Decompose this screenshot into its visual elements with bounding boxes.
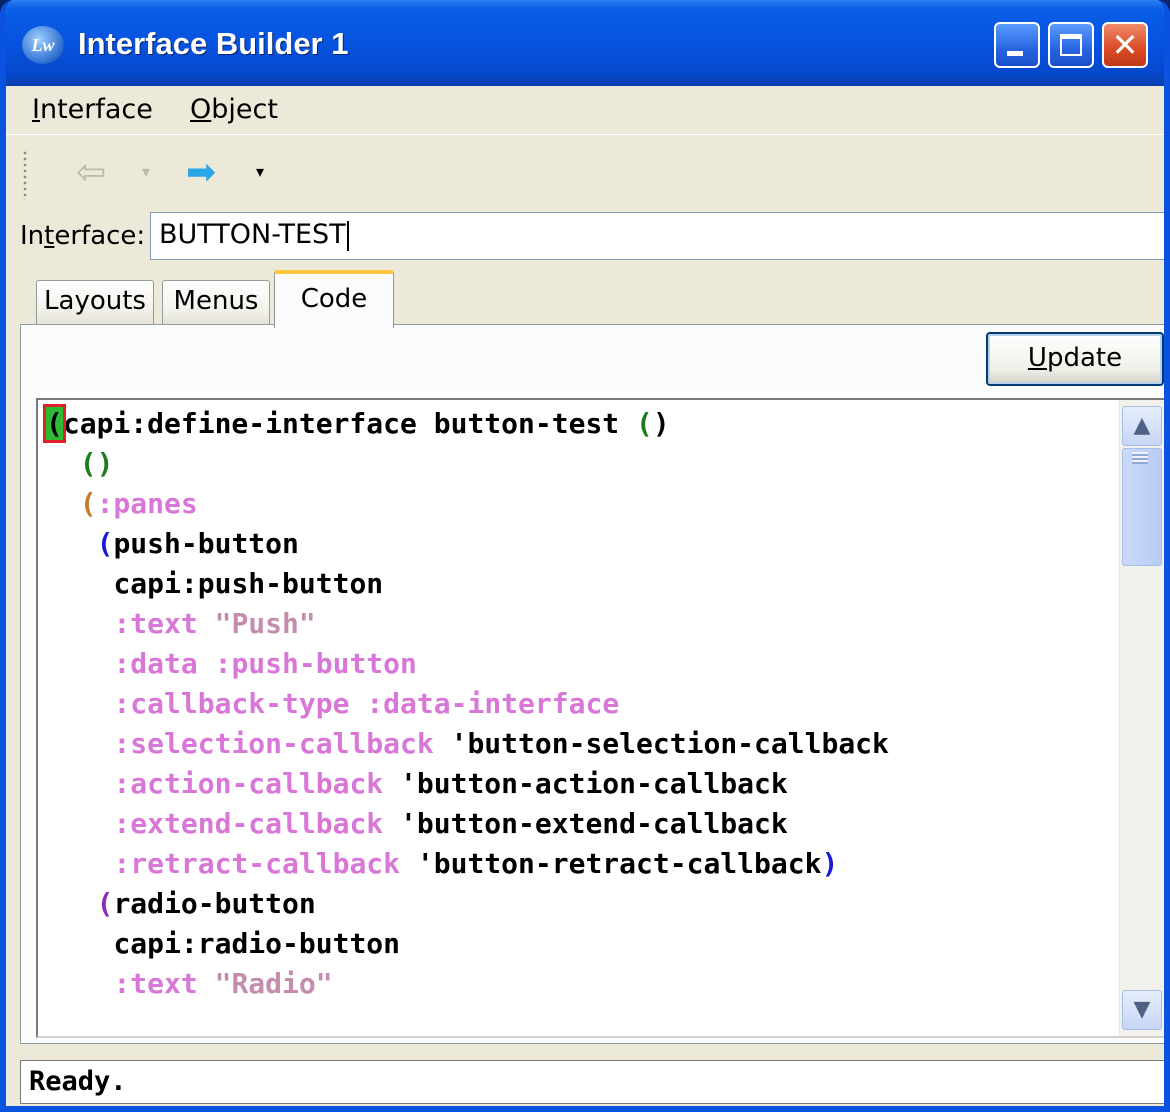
code-lines: (capi:define-interface button-test () ()… [43, 404, 1126, 1004]
close-button[interactable]: ✕ [1102, 22, 1148, 68]
forward-arrow-icon[interactable]: ➡ [186, 155, 216, 191]
menu-interface[interactable]: Interface [32, 92, 153, 128]
code-line: () [79, 447, 114, 480]
interface-label-part2: erface: [54, 221, 146, 251]
update-label: pdate [1046, 343, 1123, 373]
menu-object-label: bject [211, 94, 278, 125]
tab-layouts[interactable]: Layouts [36, 280, 154, 324]
interface-field-label: Interface: [20, 218, 145, 254]
code-line: :action-callback 'button-action-callback [113, 767, 788, 800]
code-line: :retract-callback 'button-retract-callba… [113, 847, 839, 880]
back-dropdown-icon[interactable]: ▾ [142, 162, 150, 182]
interface-label-part1: In [20, 221, 45, 251]
title-bar[interactable]: Lw Interface Builder 1 ✕ [6, 0, 1164, 86]
code-line: :extend-callback 'button-extend-callback [113, 807, 788, 840]
toolbar: ⇦ ▾ ➡ ▾ [6, 138, 1164, 208]
code-line: (push-button [96, 527, 299, 560]
status-bar: Ready. [20, 1060, 1164, 1104]
update-mnemonic: U [1027, 343, 1047, 373]
code-editor[interactable]: (capi:define-interface button-test () ()… [36, 398, 1164, 1038]
forward-dropdown-icon[interactable]: ▾ [256, 162, 264, 182]
back-arrow-icon[interactable]: ⇦ [76, 155, 106, 191]
code-line: capi:push-button [113, 567, 384, 600]
code-line: capi:radio-button [113, 927, 401, 960]
scroll-up-icon[interactable]: ▲ [1122, 406, 1162, 446]
menu-interface-mnemonic: I [32, 94, 40, 125]
maximize-button[interactable] [1048, 22, 1094, 68]
minimize-icon [1007, 51, 1023, 56]
code-line: :callback-type :data-interface [113, 687, 620, 720]
app-icon: Lw [22, 26, 64, 64]
code-line: (:panes [79, 487, 198, 520]
code-line: :data :push-button [113, 647, 417, 680]
interface-name-value: BUTTON-TEST [159, 219, 346, 250]
menu-object[interactable]: Object [190, 92, 278, 128]
menu-interface-label: nterface [39, 94, 153, 125]
toolbar-grip-icon[interactable] [22, 150, 28, 200]
code-line: (radio-button [96, 887, 316, 920]
menu-bar: Interface Object [6, 86, 1164, 135]
tab-menus[interactable]: Menus [162, 280, 270, 324]
interface-name-input[interactable]: BUTTON-TEST [150, 212, 1164, 260]
vertical-scrollbar[interactable]: ▲ ▼ [1119, 400, 1164, 1036]
menu-object-mnemonic: O [190, 94, 212, 125]
scroll-thumb-grip-icon [1132, 452, 1148, 464]
code-line: :selection-callback 'button-selection-ca… [113, 727, 889, 760]
maximize-icon [1060, 34, 1082, 56]
code-line: (capi:define-interface button-test () [43, 404, 670, 443]
code-line: :text "Radio" [113, 967, 333, 1000]
tab-code[interactable]: Code [274, 270, 394, 328]
interface-label-mnemonic: t [44, 221, 55, 251]
update-button[interactable]: Update [986, 332, 1164, 386]
code-line: :text "Push" [113, 607, 316, 640]
scroll-thumb[interactable] [1122, 448, 1162, 566]
minimize-button[interactable] [994, 22, 1040, 68]
close-icon: ✕ [1111, 26, 1139, 64]
app-window: Lw Interface Builder 1 ✕ Interface Objec… [0, 0, 1170, 1112]
text-caret [346, 220, 349, 251]
window-title: Interface Builder 1 [78, 26, 349, 61]
scroll-down-icon[interactable]: ▼ [1122, 990, 1162, 1030]
